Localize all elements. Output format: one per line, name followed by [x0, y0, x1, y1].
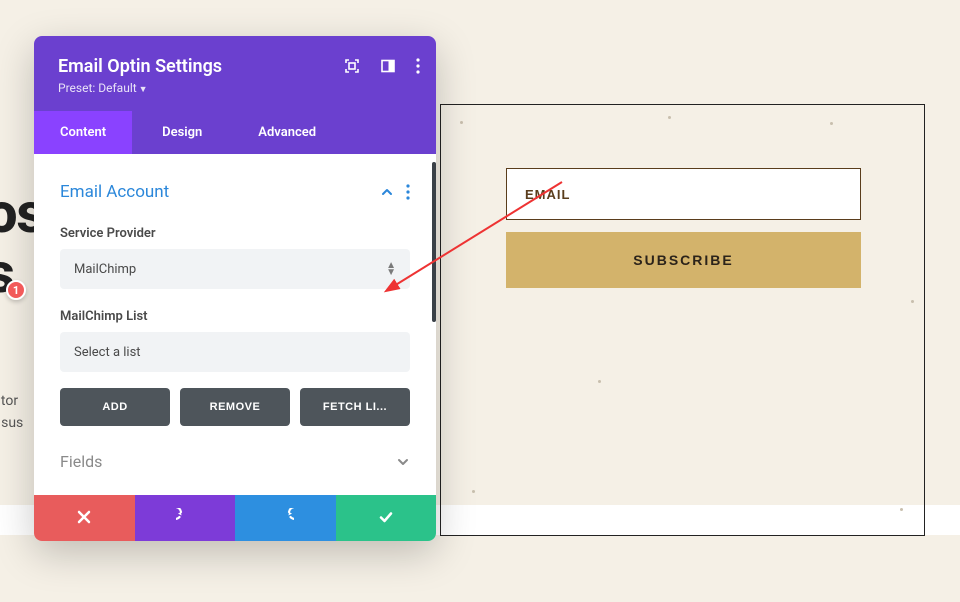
mailchimp-list-value: Select a list: [74, 345, 141, 360]
modal-footer: [34, 495, 436, 541]
collapse-section-icon[interactable]: [380, 185, 394, 199]
background-paragraph: e tor a sus: [0, 390, 23, 435]
cancel-button[interactable]: [34, 495, 135, 541]
menu-dots-icon[interactable]: [416, 58, 420, 74]
section-fields-title: Fields: [60, 452, 102, 471]
fetch-lists-button[interactable]: FETCH LI...: [300, 388, 410, 426]
scrollbar[interactable]: [432, 162, 436, 322]
tab-content[interactable]: Content: [34, 111, 132, 154]
add-button[interactable]: ADD: [60, 388, 170, 426]
panel-toggle-icon[interactable]: [380, 58, 396, 74]
remove-button[interactable]: REMOVE: [180, 388, 290, 426]
modal-body: Email Account Service Provider MailChimp…: [34, 154, 436, 495]
tab-advanced[interactable]: Advanced: [232, 111, 356, 154]
annotation-badge-1: 1: [6, 280, 26, 300]
tabs: Content Design Advanced: [34, 111, 436, 154]
settings-modal: Email Optin Settings Preset: Default▼ Co…: [34, 36, 436, 541]
subscribe-button[interactable]: SUBSCRIBE: [506, 232, 861, 288]
section-title: Email Account: [60, 182, 169, 202]
check-icon: [377, 508, 395, 529]
section-header-email-account: Email Account: [60, 182, 410, 202]
preset-value: Default: [98, 81, 136, 95]
optin-form-frame: SUBSCRIBE: [440, 104, 925, 536]
select-sort-icon: ▲▼: [386, 262, 396, 276]
redo-button[interactable]: [235, 495, 336, 541]
modal-header[interactable]: Email Optin Settings Preset: Default▼: [34, 36, 436, 111]
caret-down-icon: ▼: [139, 85, 148, 95]
email-field[interactable]: [506, 168, 861, 220]
preset-selector[interactable]: Preset: Default▼: [58, 81, 412, 95]
tab-design[interactable]: Design: [132, 111, 232, 154]
undo-icon: [176, 508, 194, 529]
service-provider-select[interactable]: MailChimp ▲▼: [60, 249, 410, 289]
mailchimp-list-select[interactable]: Select a list: [60, 332, 410, 372]
section-menu-icon[interactable]: [406, 184, 410, 200]
mailchimp-list-label: MailChimp List: [60, 309, 410, 324]
redo-icon: [276, 508, 294, 529]
service-provider-value: MailChimp: [74, 262, 136, 277]
section-header-fields[interactable]: Fields: [60, 426, 410, 489]
preset-prefix: Preset:: [58, 81, 98, 95]
save-button[interactable]: [336, 495, 437, 541]
service-provider-label: Service Provider: [60, 226, 410, 241]
close-icon: [76, 509, 92, 528]
undo-button[interactable]: [135, 495, 236, 541]
list-buttons-row: ADD REMOVE FETCH LI...: [60, 388, 410, 426]
expand-icon[interactable]: [344, 58, 360, 74]
expand-section-icon[interactable]: [396, 455, 410, 469]
